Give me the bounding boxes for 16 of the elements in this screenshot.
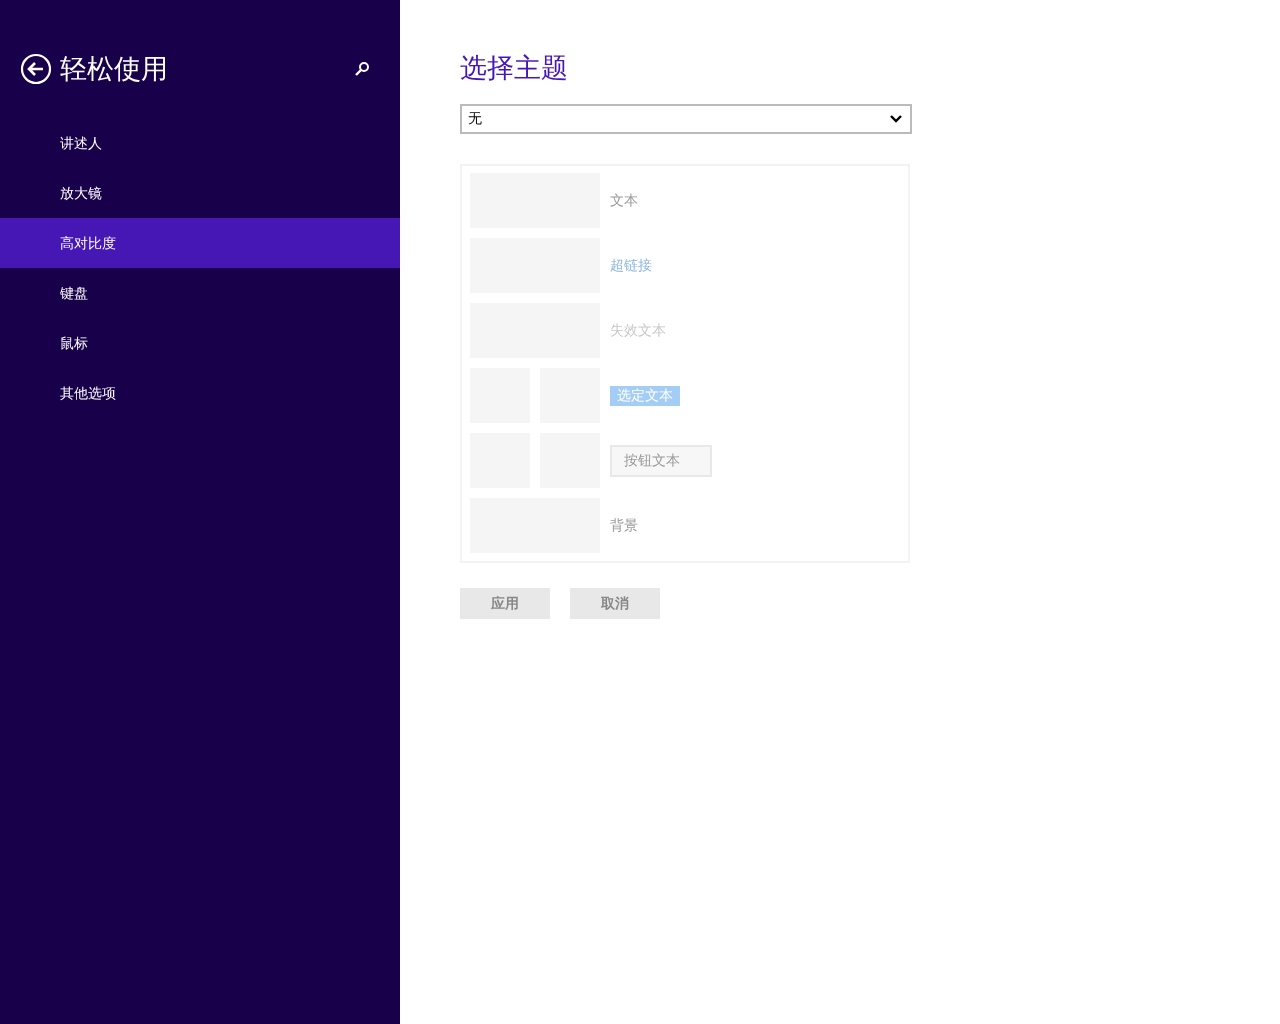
search-icon[interactable] — [354, 61, 370, 77]
chevron-down-icon — [890, 115, 902, 123]
background-sample: 背景 — [610, 516, 638, 535]
section-heading: 选择主题 — [460, 51, 569, 85]
hyperlink-sample: 超链接 — [610, 256, 652, 275]
sidebar-item[interactable]: 键盘 — [0, 268, 400, 318]
sidebar-item[interactable]: 高对比度 — [0, 218, 400, 268]
sidebar-item[interactable]: 鼠标 — [0, 318, 400, 368]
sidebar-item[interactable]: 讲述人 — [0, 118, 400, 168]
button-text-sample: 按钮文本 — [610, 444, 712, 477]
sidebar-item[interactable]: 放大镜 — [0, 168, 400, 218]
sidebar-item[interactable]: 其他选项 — [0, 368, 400, 418]
theme-dropdown[interactable]: 无 — [460, 104, 912, 134]
sidebar-title: 轻松使用 — [60, 52, 169, 86]
selected-text-sample: 选定文本 — [610, 385, 680, 406]
text-sample: 文本 — [610, 191, 638, 210]
